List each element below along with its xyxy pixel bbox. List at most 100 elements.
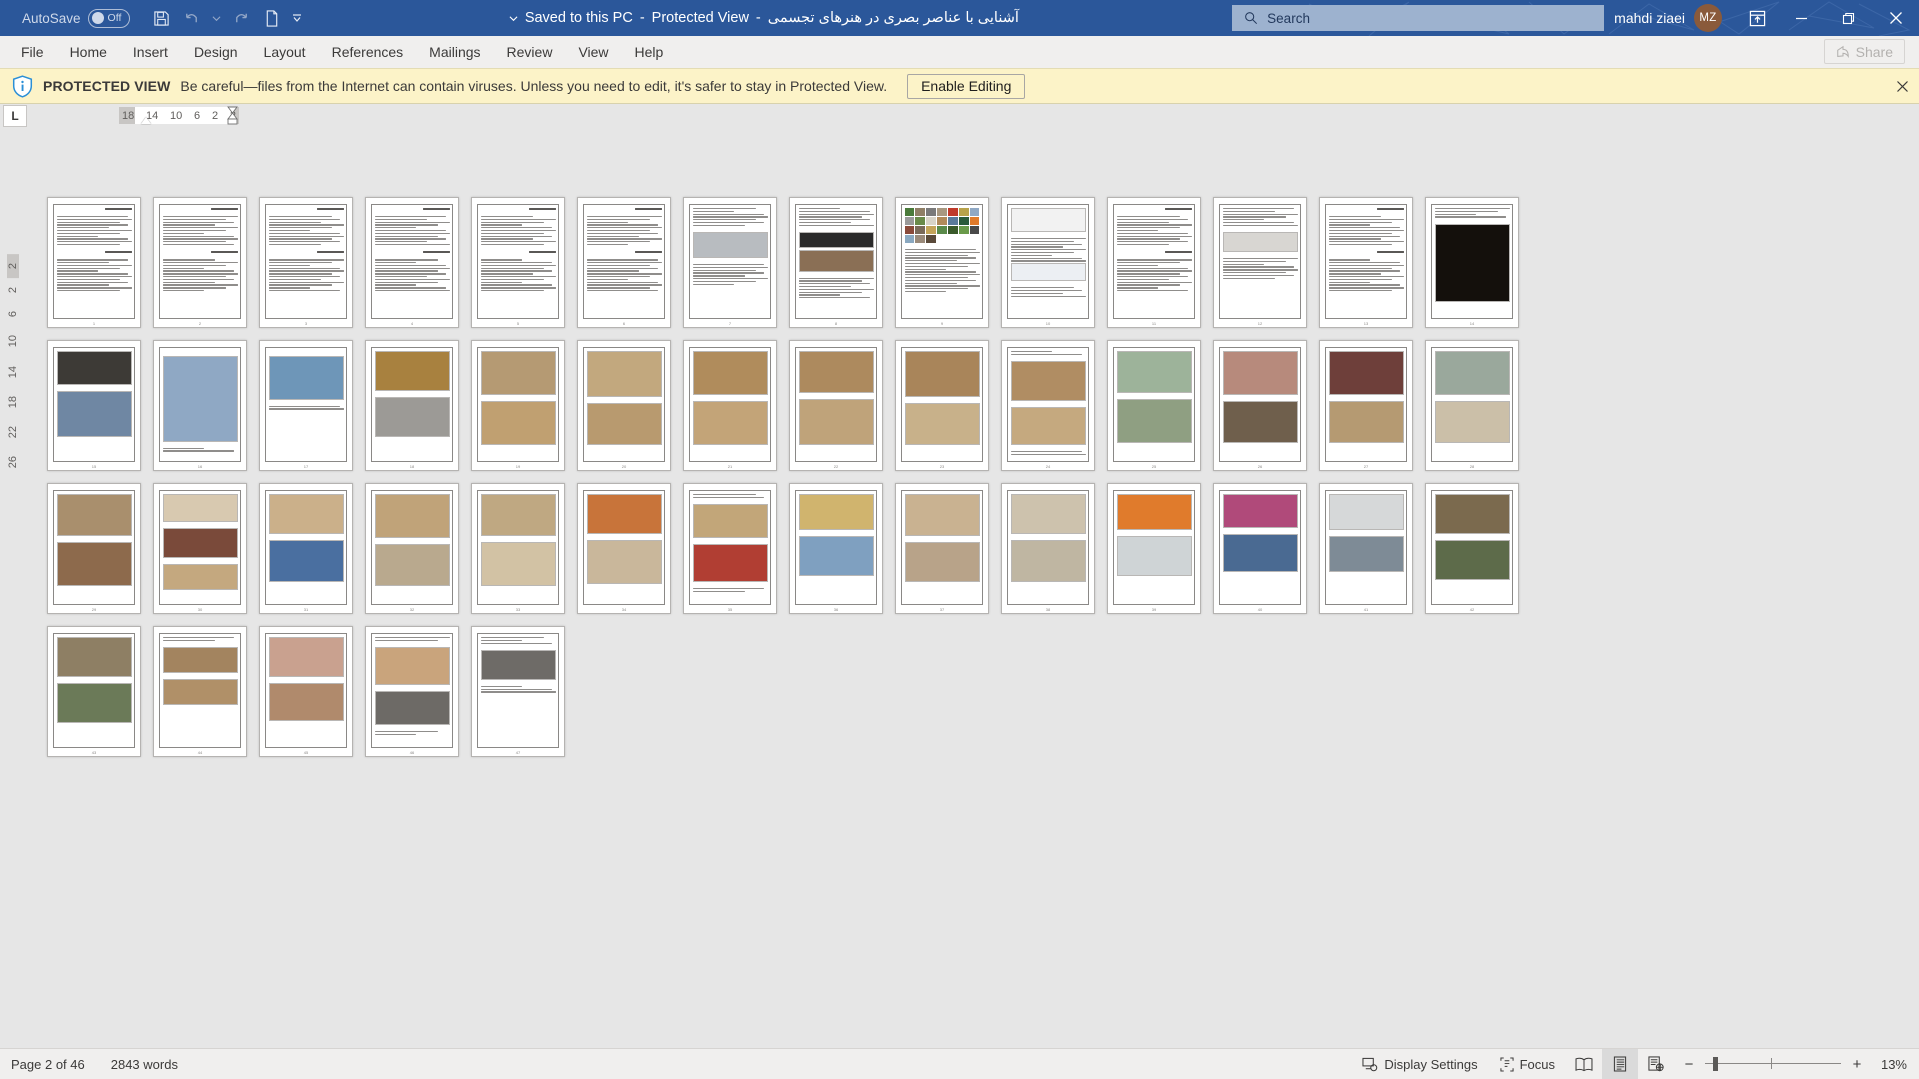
page-thumbnail[interactable]: 32	[365, 483, 459, 614]
page-thumbnail[interactable]: 22	[789, 340, 883, 471]
focus-button[interactable]: Focus	[1489, 1049, 1566, 1079]
text-line	[1116, 216, 1181, 218]
page-thumbnail[interactable]: 5	[471, 197, 565, 328]
tab-references[interactable]: References	[319, 36, 417, 68]
search-input[interactable]: Search	[1232, 5, 1605, 31]
tab-file[interactable]: File	[8, 36, 57, 68]
page-thumbnail[interactable]: 31	[259, 483, 353, 614]
close-icon[interactable]	[1872, 0, 1919, 36]
page-thumbnail[interactable]: 9	[895, 197, 989, 328]
page-thumbnail[interactable]: 38	[1001, 483, 1095, 614]
page-thumbnail[interactable]: 47	[471, 626, 565, 757]
save-location-label[interactable]: Saved to this PC	[525, 10, 633, 26]
redo-icon[interactable]	[228, 4, 256, 32]
tab-insert[interactable]: Insert	[120, 36, 181, 68]
tab-help[interactable]: Help	[622, 36, 677, 68]
hanging-indent-marker[interactable]	[227, 106, 238, 125]
page-thumbnail[interactable]: 24	[1001, 340, 1095, 471]
chevron-down-bar-icon[interactable]	[288, 4, 306, 32]
enable-editing-button[interactable]: Enable Editing	[907, 73, 1026, 99]
page-thumbnail[interactable]: 12	[1213, 197, 1307, 328]
web-layout-view-button[interactable]	[1638, 1049, 1674, 1079]
display-settings-button[interactable]: Display Settings	[1351, 1049, 1488, 1079]
zoom-out-button[interactable]: −	[1682, 1056, 1696, 1073]
page-thumbnail[interactable]: 37	[895, 483, 989, 614]
tab-layout[interactable]: Layout	[251, 36, 319, 68]
autosave-control[interactable]: AutoSave Off	[22, 8, 130, 28]
zoom-in-button[interactable]: +	[1850, 1056, 1864, 1073]
page-thumbnail[interactable]: 20	[577, 340, 671, 471]
page-indicator[interactable]: Page 2 of 46	[11, 1057, 85, 1072]
page-thumbnail[interactable]: 25	[1107, 340, 1201, 471]
page-thumbnail[interactable]: 21	[683, 340, 777, 471]
horizontal-ruler[interactable]: 18 14 10 6 2 2	[27, 104, 1919, 128]
page-thumbnail[interactable]: 44	[153, 626, 247, 757]
ribbon-display-options-icon[interactable]	[1736, 0, 1778, 36]
page-thumbnail[interactable]: 29	[47, 483, 141, 614]
page-thumbnail[interactable]: 46	[365, 626, 459, 757]
page-thumbnail[interactable]: 42	[1425, 483, 1519, 614]
tab-home[interactable]: Home	[57, 36, 120, 68]
page-thumbnail[interactable]: 17	[259, 340, 353, 471]
document-canvas[interactable]: 2 2 6 10 14 18 22 26 1 2 3 4 5 6 7 8 9 10 11 12 13 14…	[0, 128, 1919, 1048]
page-thumbnail[interactable]: 3	[259, 197, 353, 328]
page-thumbnail[interactable]: 2	[153, 197, 247, 328]
page-thumbnail[interactable]: 23	[895, 340, 989, 471]
share-button[interactable]: Share	[1823, 39, 1905, 64]
page-thumbnail[interactable]: 13	[1319, 197, 1413, 328]
page-thumbnail[interactable]: 6	[577, 197, 671, 328]
page-thumbnail[interactable]: 11	[1107, 197, 1201, 328]
save-icon[interactable]	[148, 4, 176, 32]
page-thumbnail[interactable]: 41	[1319, 483, 1413, 614]
tab-stop-selector[interactable]: L	[3, 105, 27, 127]
page-thumbnail[interactable]: 30	[153, 483, 247, 614]
zoom-slider-thumb[interactable]	[1713, 1057, 1718, 1071]
print-layout-view-button[interactable]	[1602, 1048, 1638, 1079]
page-thumbnail[interactable]: 26	[1213, 340, 1307, 471]
tab-review[interactable]: Review	[494, 36, 566, 68]
zoom-level-label[interactable]: 13%	[1873, 1057, 1907, 1072]
page-thumbnail[interactable]: 39	[1107, 483, 1201, 614]
chevron-down-icon[interactable]	[208, 4, 226, 32]
page-thumbnail[interactable]: 4	[365, 197, 459, 328]
page-thumbnail[interactable]: 43	[47, 626, 141, 757]
page-thumbnail[interactable]: 35	[683, 483, 777, 614]
page-thumbnail-grid[interactable]: 1 2 3 4 5 6 7 8 9 10 11 12 13 14 15 16 17 18 19 20 21 22 23 24 2…	[47, 197, 1537, 757]
page-thumbnail[interactable]: 27	[1319, 340, 1413, 471]
minimize-icon[interactable]	[1778, 0, 1825, 36]
page-thumbnail[interactable]: 8	[789, 197, 883, 328]
page-thumbnail[interactable]: 14	[1425, 197, 1519, 328]
read-mode-view-button[interactable]	[1566, 1049, 1602, 1079]
account-name[interactable]: mahdi ziaei	[1614, 10, 1685, 26]
page-thumbnail[interactable]: 34	[577, 483, 671, 614]
close-icon[interactable]	[1896, 80, 1909, 93]
tab-design[interactable]: Design	[181, 36, 251, 68]
page-thumbnail[interactable]: 16	[153, 340, 247, 471]
color-swatch	[915, 226, 926, 234]
first-line-indent-marker[interactable]	[141, 117, 151, 124]
heading-line	[528, 251, 556, 254]
document-icon[interactable]	[258, 4, 286, 32]
page-thumbnail[interactable]: 18	[365, 340, 459, 471]
page-thumbnail[interactable]: 7	[683, 197, 777, 328]
page-number: 25	[1151, 464, 1157, 469]
page-thumbnail[interactable]: 1	[47, 197, 141, 328]
page-thumbnail[interactable]: 33	[471, 483, 565, 614]
tab-view[interactable]: View	[565, 36, 621, 68]
chevron-down-icon[interactable]	[509, 14, 518, 23]
page-thumbnail[interactable]: 45	[259, 626, 353, 757]
vertical-ruler[interactable]: 2 2 6 10 14 18 22 26	[2, 254, 24, 469]
page-thumbnail[interactable]: 15	[47, 340, 141, 471]
zoom-slider[interactable]	[1705, 1056, 1841, 1072]
restore-icon[interactable]	[1825, 0, 1872, 36]
word-count[interactable]: 2843 words	[111, 1057, 178, 1072]
page-thumbnail[interactable]: 19	[471, 340, 565, 471]
undo-icon[interactable]	[178, 4, 206, 32]
autosave-toggle[interactable]: Off	[87, 8, 130, 28]
page-thumbnail[interactable]: 40	[1213, 483, 1307, 614]
avatar[interactable]: MZ	[1694, 4, 1722, 32]
page-thumbnail[interactable]: 36	[789, 483, 883, 614]
tab-mailings[interactable]: Mailings	[416, 36, 493, 68]
page-thumbnail[interactable]: 10	[1001, 197, 1095, 328]
page-thumbnail[interactable]: 28	[1425, 340, 1519, 471]
